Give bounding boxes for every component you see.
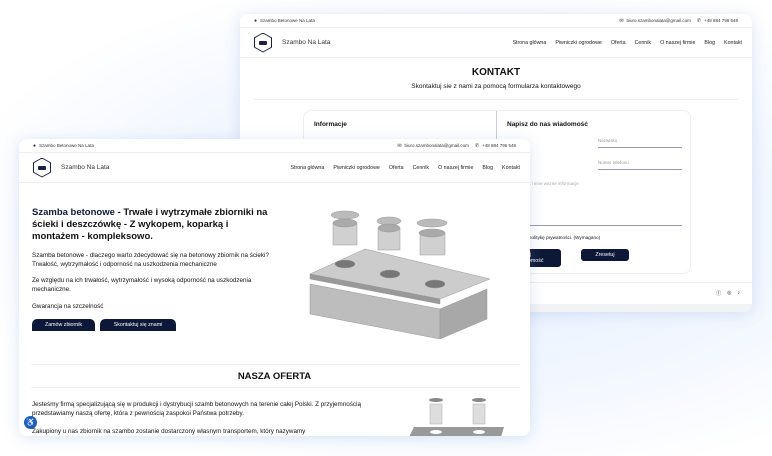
company-name: Szambo Betonowe Na Lata [39, 142, 94, 148]
email-link[interactable]: biuro.szambonalata@gmail.com [405, 143, 469, 148]
email-link[interactable]: biuro.szambonalata@gmail.com [627, 18, 691, 23]
accessibility-icon[interactable]: ♿ [24, 416, 37, 429]
last-name-input[interactable]: Nazwisko [598, 138, 682, 148]
nav-blog[interactable]: Blog [704, 40, 715, 46]
offer-product-image [409, 398, 504, 436]
hero-title: Szamba betonowe - Trwałe i wytrzymałe zb… [32, 207, 270, 243]
reset-button[interactable]: Zresetuj [581, 249, 629, 261]
top-bar: ● Szambo Betonowe Na Lata ✉ biuro.szambona… [19, 139, 530, 153]
brand-name: Szambo Na Lata [61, 164, 110, 171]
nav-about[interactable]: O naszej firmie [660, 40, 695, 46]
navbar: Szambo Na Lata Strona główna Piwniczki og… [240, 28, 752, 58]
mail-icon: ✉ [397, 142, 402, 149]
nav-cellars[interactable]: Piwniczki ogrodowe [333, 165, 380, 171]
nav-blog[interactable]: Blog [482, 165, 493, 171]
home-page-window: ● Szambo Betonowe Na Lata ✉ biuro.szambona… [19, 139, 530, 436]
hero-paragraph-2: Ze względu na ich trwałość, wytrzymałość… [32, 277, 252, 293]
brand-logo[interactable]: Szambo Na Lata [254, 32, 331, 53]
hero-paragraph-3: Gwarancja na szczelność [32, 303, 104, 310]
phone-link[interactable]: +48 884 796 548 [704, 18, 738, 23]
form-heading: Napisz do nas wiadomość [507, 121, 588, 128]
offer-title: NASZA OFERTA [237, 371, 312, 382]
page-title: KONTAKT [471, 67, 521, 78]
brand-logo[interactable]: Szambo Na Lata [33, 157, 110, 178]
nav-home[interactable]: Strona główna [512, 40, 546, 46]
facebook-icon[interactable]: ● [33, 143, 36, 149]
instagram-icon[interactable]: ◎ [727, 290, 731, 297]
navbar: Szambo Na Lata Strona główna Piwniczki og… [19, 153, 530, 183]
nav-home[interactable]: Strona główna [290, 165, 324, 171]
contact-us-button[interactable]: Skontaktuj się znami [100, 319, 176, 331]
mail-icon: ✉ [619, 17, 624, 24]
page-subtitle: Skontaktuj sie z nami za pomocą formular… [411, 83, 581, 90]
info-heading: Informacje [314, 121, 347, 128]
tiktok-icon[interactable]: ♪ [738, 290, 741, 297]
truck-logo-icon [33, 157, 51, 178]
nav-pricing[interactable]: Cennik [413, 165, 430, 171]
offer-paragraph-1: Jesteśmy firmą specjalizującą się w prod… [32, 401, 361, 417]
facebook-icon[interactable]: ● [254, 18, 257, 24]
nav-contact[interactable]: Kontakt [502, 165, 520, 171]
concrete-tank-image [309, 210, 491, 339]
facebook-icon[interactable]: ⓕ [716, 290, 721, 297]
phone-icon: ✆ [474, 142, 480, 149]
top-bar: ● Szambo Betonowe Na Lata ✉ biuro.szambona… [240, 14, 752, 28]
nav-about[interactable]: O naszej firmie [438, 165, 473, 171]
nav-offer[interactable]: Oferta [611, 40, 626, 46]
hero-paragraph-1: Szamba betonowe - dlaczego warto zdecydo… [32, 252, 269, 268]
phone-link[interactable]: +48 884 796 548 [482, 143, 516, 148]
phone-input[interactable]: Numer telefonu [598, 160, 682, 170]
nav-offer[interactable]: Oferta [389, 165, 404, 171]
phone-icon: ✆ [696, 17, 702, 24]
offer-paragraph-2: Zakupiony u nas zbiornik na szambo zosta… [32, 428, 306, 435]
order-tank-button[interactable]: Zamów zbiornik [32, 319, 95, 331]
nav-cellars[interactable]: Piwniczki ogrodowe [555, 40, 602, 46]
message-textarea[interactable]: Wiadomość i inne ważne informacje [507, 181, 682, 226]
nav-contact[interactable]: Kontakt [724, 40, 742, 46]
nav-pricing[interactable]: Cennik [635, 40, 652, 46]
brand-name: Szambo Na Lata [282, 39, 331, 46]
company-name: Szambo Betonowe Na Lata [260, 17, 315, 23]
hero-title-accent: Szamba betonowe [32, 207, 115, 218]
truck-logo-icon [254, 32, 272, 53]
